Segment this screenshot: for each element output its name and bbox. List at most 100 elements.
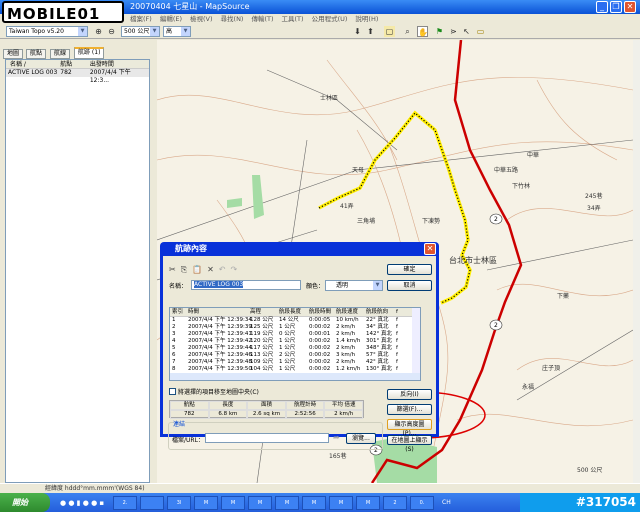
taskbar-button[interactable]: M (221, 495, 245, 510)
ruler-icon[interactable]: ▭ (475, 26, 486, 37)
map-label: 三角埔 (357, 217, 375, 225)
col-start[interactable]: 出發時間 (90, 60, 149, 68)
tab-waypoints[interactable]: 航點 (26, 49, 47, 59)
taskbar-button[interactable]: 3l (167, 495, 191, 510)
maximize-button[interactable]: ❐ (610, 1, 622, 13)
col-index[interactable]: 索引 (170, 308, 188, 316)
table-row[interactable]: 3 2007/4/4 下午 12:39:41 119 公尺 0 公尺 0:00:01 2 … (170, 331, 420, 338)
col-points[interactable]: 航點 (60, 60, 90, 68)
table-cell: 2007/4/4 下午 12:39:48 (188, 359, 252, 365)
color-select[interactable]: 透明 ▼ (325, 280, 383, 291)
menu-find[interactable]: 尋找(N) (221, 14, 244, 24)
center-checkbox[interactable] (169, 388, 176, 395)
dialog-close-button[interactable]: ✕ (424, 243, 436, 255)
map-select-icon[interactable]: ▢ (384, 26, 395, 37)
menu-file[interactable]: 檔案(F) (130, 14, 152, 24)
zoom-tool-icon[interactable]: ⌕ (402, 26, 413, 37)
table-cell: 128 公尺 (250, 317, 274, 323)
tab-tracks[interactable]: 航跡 (1) (74, 47, 105, 59)
product-select[interactable]: Taiwan Topo v5.20 ▼ (6, 26, 88, 37)
menu-view[interactable]: 檢視(V) (190, 14, 213, 24)
delete-icon[interactable]: ✕ (207, 265, 214, 275)
undo-icon[interactable]: ↶ (219, 265, 226, 275)
scale-label: 500 公尺 (577, 467, 602, 474)
menu-help[interactable]: 說明(H) (355, 14, 378, 24)
hand-tool-icon[interactable]: ✋ (417, 26, 428, 37)
zoom-out-icon[interactable]: ⊖ (106, 26, 117, 37)
receive-device-icon[interactable]: ⬇ (352, 26, 363, 37)
link-group-label: 連結 (173, 419, 186, 428)
name-field[interactable]: ACTIVE LOG 003 (191, 280, 301, 290)
scale-select[interactable]: 500 公尺 ▼ (121, 26, 160, 37)
table-row[interactable]: 6 2007/4/4 下午 12:39:46 113 公尺 2 公尺 0:00:02 3 … (170, 352, 420, 359)
menu-tools[interactable]: 工具(T) (282, 14, 304, 24)
table-row[interactable]: 1 2007/4/4 下午 12:39:34 128 公尺 14 公尺 0:00:05 1… (170, 317, 420, 324)
go-arrow-icon[interactable]: ➦ (333, 433, 340, 442)
pointer-icon[interactable]: ↖ (461, 26, 472, 37)
table-row[interactable]: 5 2007/4/4 下午 12:39:44 117 公尺 1 公尺 0:00:02 2 … (170, 345, 420, 352)
col-more[interactable]: f (396, 308, 406, 316)
zoom-in-icon[interactable]: ⊕ (93, 26, 104, 37)
reverse-button[interactable]: 反向(I) (387, 389, 432, 400)
table-row[interactable]: 2 2007/4/4 下午 12:39:39 125 公尺 1 公尺 0:00:02 2 … (170, 324, 420, 331)
table-horizontal-scrollbar[interactable] (170, 373, 420, 380)
col-name[interactable]: 名稱 / (6, 60, 60, 68)
route-tool-icon[interactable]: ⋗ (448, 26, 459, 37)
taskbar-button[interactable]: M (248, 495, 272, 510)
taskbar-button[interactable]: M (302, 495, 326, 510)
tab-maps[interactable]: 地圖 (3, 49, 24, 59)
menu-transfer[interactable]: 傳輸(T) (251, 14, 273, 24)
cut-icon[interactable]: ✂ (169, 265, 176, 275)
filter-button[interactable]: 篩選(F)... (387, 404, 432, 415)
map-vertical-scrollbar[interactable] (633, 40, 640, 483)
table-cell: 42° 真北 (366, 359, 389, 365)
browse-button[interactable]: 瀏覽... (346, 433, 376, 444)
taskbar-button[interactable]: M (329, 495, 353, 510)
table-vertical-scrollbar[interactable] (412, 308, 420, 374)
taskbar-button[interactable]: M (356, 495, 380, 510)
table-cell: 0:00:02 (309, 324, 331, 330)
col-leg-course[interactable]: 航段航向 (366, 308, 396, 316)
minimize-button[interactable]: _ (596, 1, 608, 13)
menu-edit[interactable]: 編輯(E) (160, 14, 182, 24)
col-time[interactable]: 時間 (188, 308, 250, 316)
show-on-map-button[interactable]: 在地圖上顯示(S) (387, 435, 432, 453)
quick-launch[interactable]: ● ● ▮ ● ● ▪ (50, 499, 110, 507)
watermark-id: #317054 (575, 495, 636, 509)
chevron-down-icon: ▼ (373, 281, 382, 290)
taskbar-button[interactable]: 2. (113, 495, 137, 510)
col-altitude[interactable]: 高程 (250, 308, 279, 316)
ime-indicator[interactable]: CH (442, 499, 451, 506)
taskbar-button[interactable]: M (194, 495, 218, 510)
show-profile-button[interactable]: 顯示高度圖(P)... (387, 419, 432, 437)
tab-routes[interactable]: 航線 (50, 49, 71, 59)
menu-utilities[interactable]: 公用程式(U) (312, 14, 348, 24)
close-button[interactable]: ✕ (624, 1, 636, 13)
table-row[interactable]: 4 2007/4/4 下午 12:39:42 120 公尺 1 公尺 0:00:02 1.… (170, 338, 420, 345)
redo-icon[interactable]: ↷ (230, 265, 237, 275)
col-leg-speed[interactable]: 航段速度 (336, 308, 366, 316)
copy-icon[interactable]: ⎘ (181, 265, 187, 275)
stat-duration: 2:52:56 (285, 410, 325, 419)
ok-button[interactable]: 確定 (387, 264, 432, 275)
taskbar-button[interactable]: M (275, 495, 299, 510)
taskbar-button[interactable]: 2 (383, 495, 407, 510)
send-device-icon[interactable]: ⬆ (365, 26, 376, 37)
col-leg-length[interactable]: 航段長度 (279, 308, 309, 316)
detail-select[interactable]: 高 ▼ (163, 26, 191, 37)
table-cell: 2007/4/4 下午 12:39:39 (188, 324, 252, 330)
col-leg-time[interactable]: 航段時間 (309, 308, 336, 316)
file-url-field[interactable] (205, 433, 329, 443)
cancel-button[interactable]: 取消 (387, 280, 432, 291)
table-row[interactable]: 8 2007/4/4 下午 12:39:50 104 公尺 1 公尺 0:00:02 1.… (170, 366, 420, 373)
table-cell: 2 km/h (336, 345, 356, 351)
table-cell: f (396, 331, 398, 337)
taskbar-button[interactable] (140, 495, 164, 510)
table-cell: 104 公尺 (250, 366, 274, 372)
list-item[interactable]: ACTIVE LOG 003 782 2007/4/4 下午 12:3... (6, 69, 149, 84)
paste-icon[interactable]: 📋 (192, 265, 202, 275)
table-row[interactable]: 7 2007/4/4 下午 12:39:48 109 公尺 1 公尺 0:00:02 2 … (170, 359, 420, 366)
start-button[interactable]: 開始 (0, 493, 50, 512)
waypoint-flag-icon[interactable]: ⚑ (434, 26, 445, 37)
taskbar-button[interactable]: 0. (410, 495, 434, 510)
